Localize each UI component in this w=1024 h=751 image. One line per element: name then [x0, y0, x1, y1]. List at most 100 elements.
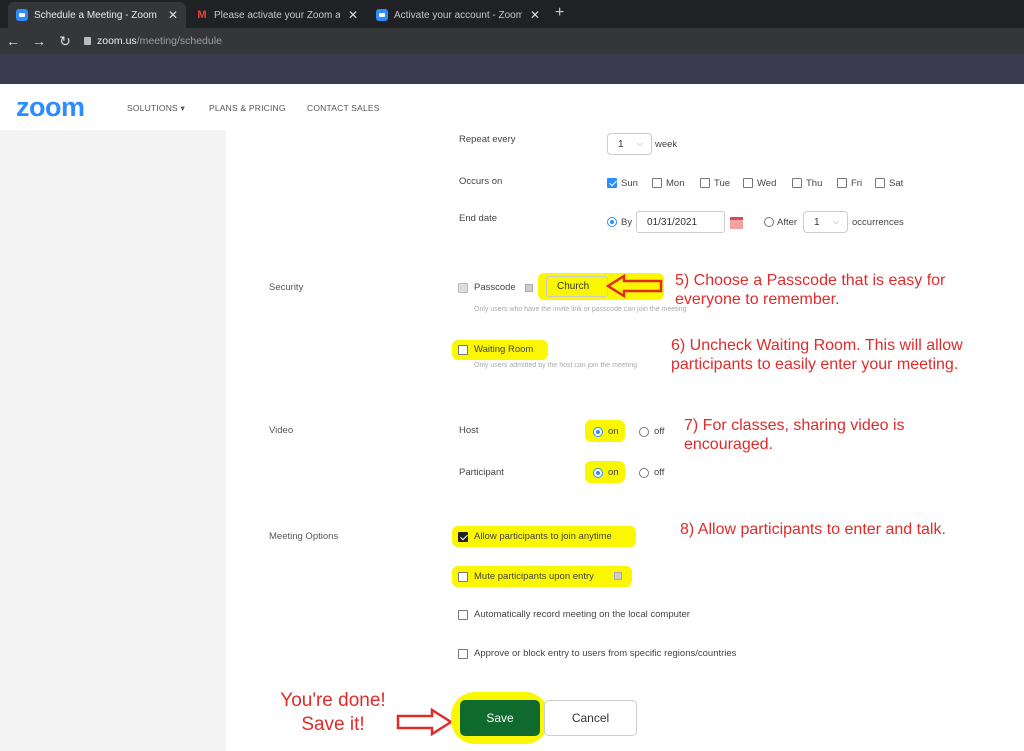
tab-title: Schedule a Meeting - Zoom: [34, 9, 157, 21]
tab-title: Please activate your Zoom accou: [214, 9, 340, 21]
nav-plans-pricing[interactable]: PLANS & PRICING: [209, 103, 286, 113]
day-wed-label: Wed: [757, 178, 777, 189]
day-sun-label: Sun: [621, 178, 638, 189]
repeat-every-value: 1: [618, 138, 624, 150]
annotation-line: encouraged.: [684, 436, 773, 453]
tab-activate-account[interactable]: Activate your account - Zoom ✕: [368, 2, 548, 28]
end-date-label: End date: [459, 213, 498, 224]
annotation-line: Save it!: [301, 714, 365, 735]
day-sat-label: Sat: [889, 178, 904, 189]
day-thu-label: Thu: [806, 178, 823, 189]
annotation-step-6: 6) Uncheck Waiting Room. This will allow…: [671, 336, 963, 374]
end-date-field[interactable]: 01/31/2021: [636, 211, 725, 233]
host-on-highlight: [585, 420, 625, 442]
repeat-every-select[interactable]: 1 ⌵: [607, 133, 652, 155]
lock-icon: [525, 284, 533, 292]
address-bar: ← → ↻ zoom.us/meeting/schedule: [0, 28, 1024, 54]
security-section-label: Security: [269, 282, 304, 293]
passcode-value: Church: [557, 281, 590, 292]
participant-video-off-radio[interactable]: [639, 468, 649, 478]
annotation-line: 6) Uncheck Waiting Room. This will allow: [671, 337, 963, 354]
join-anytime-label: Allow participants to join anytime: [474, 531, 612, 542]
passcode-checkbox[interactable]: [458, 283, 468, 293]
annotation-line: participants to easily enter your meetin…: [671, 356, 959, 373]
url-path: /meeting/schedule: [136, 35, 222, 47]
day-mon-label: Mon: [666, 178, 685, 189]
reload-icon[interactable]: ↻: [52, 33, 78, 50]
participant-video-on-radio[interactable]: [593, 468, 603, 478]
participant-label: Participant: [459, 467, 504, 478]
left-sidebar: [0, 130, 226, 751]
occurrences-select[interactable]: 1 ⌵: [803, 211, 848, 233]
info-icon: [614, 572, 622, 580]
passcode-field[interactable]: Church: [546, 276, 608, 297]
chevron-down-icon: ⌵: [832, 217, 839, 226]
participant-on-highlight: [585, 461, 625, 483]
close-icon[interactable]: ✕: [168, 8, 178, 22]
annotation-line: everyone to remember.: [675, 291, 840, 308]
day-tue-checkbox[interactable]: [700, 178, 710, 188]
annotation-step-7: 7) For classes, sharing video is encoura…: [684, 416, 905, 454]
url-domain: zoom.us: [97, 35, 137, 47]
end-after-radio[interactable]: [764, 217, 774, 227]
waiting-room-label: Waiting Room: [474, 344, 534, 355]
annotation-line: 5) Choose a Passcode that is easy for: [675, 272, 946, 289]
forward-icon[interactable]: →: [26, 33, 52, 49]
zoom-icon: [16, 9, 28, 21]
day-fri-label: Fri: [851, 178, 863, 189]
cancel-button[interactable]: Cancel: [544, 700, 637, 736]
participant-on-label: on: [608, 467, 619, 478]
occurrences-value: 1: [814, 216, 820, 228]
day-sat-checkbox[interactable]: [875, 178, 885, 188]
tab-schedule-meeting[interactable]: Schedule a Meeting - Zoom ✕: [8, 2, 186, 28]
waiting-room-checkbox[interactable]: [458, 345, 468, 355]
annotation-step-8: 8) Allow participants to enter and talk.: [680, 521, 946, 538]
video-section-label: Video: [269, 425, 294, 436]
host-video-off-radio[interactable]: [639, 427, 649, 437]
red-arrow-right-icon: [396, 708, 454, 736]
passcode-hint: Only users who have the invite link or p…: [474, 306, 687, 313]
day-tue-label: Tue: [714, 178, 731, 189]
day-thu-checkbox[interactable]: [792, 178, 802, 188]
close-icon[interactable]: ✕: [530, 8, 540, 22]
end-by-radio[interactable]: [607, 217, 617, 227]
new-tab-button[interactable]: +: [555, 4, 564, 22]
host-video-on-radio[interactable]: [593, 427, 603, 437]
annotation-line: You're done!: [280, 690, 386, 711]
end-after-label: After: [777, 217, 798, 228]
day-wed-checkbox[interactable]: [743, 178, 753, 188]
red-arrow-left-icon: [606, 274, 663, 298]
close-icon[interactable]: ✕: [348, 8, 358, 22]
host-on-label: on: [608, 426, 619, 437]
nav-solutions[interactable]: SOLUTIONS ▾: [127, 103, 185, 114]
save-button[interactable]: Save: [460, 700, 540, 736]
zoom-logo[interactable]: zoom: [16, 92, 85, 123]
url-field[interactable]: zoom.us/meeting/schedule: [84, 35, 222, 47]
participant-off-label: off: [654, 467, 665, 478]
occurs-on-label: Occurs on: [459, 176, 503, 187]
tab-title: Activate your account - Zoom: [394, 9, 522, 21]
back-icon[interactable]: ←: [0, 33, 26, 49]
lock-icon: [84, 37, 91, 45]
waiting-room-hint: Only users admitted by the host can join…: [474, 362, 638, 369]
annotation-done: You're done! Save it!: [272, 689, 394, 737]
day-fri-checkbox[interactable]: [837, 178, 847, 188]
mute-on-entry-label: Mute participants upon entry: [474, 571, 594, 582]
tab-gmail[interactable]: M Please activate your Zoom accou ✕: [188, 2, 366, 28]
browser-tab-bar: Schedule a Meeting - Zoom ✕ M Please act…: [0, 0, 1024, 28]
passcode-label: Passcode: [474, 282, 516, 293]
meeting-options-section-label: Meeting Options: [269, 531, 339, 542]
approve-block-regions-label: Approve or block entry to users from spe…: [474, 648, 737, 659]
calendar-icon[interactable]: [730, 217, 743, 229]
end-by-label: By: [621, 217, 633, 228]
chevron-down-icon: ⌵: [636, 139, 643, 148]
join-anytime-checkbox[interactable]: [458, 532, 468, 542]
day-sun-checkbox[interactable]: [607, 178, 617, 188]
day-mon-checkbox[interactable]: [652, 178, 662, 188]
end-date-value: 01/31/2021: [647, 216, 698, 228]
mute-on-entry-checkbox[interactable]: [458, 572, 468, 582]
nav-contact-sales[interactable]: CONTACT SALES: [307, 103, 380, 113]
auto-record-checkbox[interactable]: [458, 610, 468, 620]
approve-block-regions-checkbox[interactable]: [458, 649, 468, 659]
repeat-unit-label: week: [655, 139, 678, 150]
